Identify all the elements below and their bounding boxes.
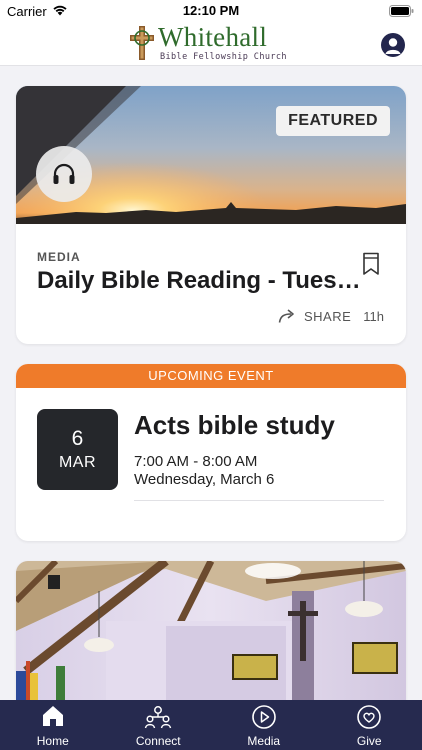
divider — [134, 500, 384, 501]
share-arrow-icon — [278, 309, 294, 323]
event-date-tile: 6 MAR — [37, 409, 118, 490]
home-icon — [42, 706, 63, 726]
heart-icon — [357, 705, 382, 729]
logo-subtitle: Bible Fellowship Church — [160, 52, 287, 62]
event-date: Wednesday, March 6 — [134, 471, 275, 488]
featured-badge: FEATURED — [276, 106, 390, 136]
sanctuary-photo-card[interactable] — [16, 561, 406, 711]
tab-give[interactable]: Give — [317, 700, 422, 750]
tab-home-label: Home — [36, 734, 69, 748]
tab-give-label: Give — [356, 734, 382, 748]
clock: 12:10 PM — [182, 3, 240, 18]
people-icon — [145, 706, 172, 729]
play-icon — [251, 705, 276, 729]
event-day: 6 — [71, 427, 84, 450]
tab-connect-label: Connect — [135, 734, 181, 748]
tab-connect[interactable]: Connect — [106, 700, 212, 750]
post-timestamp: 11h — [363, 309, 384, 324]
tab-media-label: Media — [247, 734, 281, 748]
tab-home[interactable]: Home — [0, 700, 106, 750]
cross-emblem-icon — [130, 26, 154, 60]
headphones-icon — [53, 163, 75, 184]
profile-button[interactable] — [381, 33, 405, 57]
event-month: MAR — [58, 454, 97, 471]
bookmark-icon[interactable] — [362, 252, 380, 276]
tab-bar: Home Connect Media Give — [0, 700, 422, 750]
event-time: 7:00 AM - 8:00 AM — [134, 453, 258, 470]
featured-media-card[interactable]: FEATURED MEDIA Daily Bible Reading - Tue… — [16, 86, 406, 344]
logo-title: Whitehall — [158, 22, 268, 52]
share-label: SHARE — [304, 308, 352, 324]
upcoming-event-card[interactable]: UPCOMING EVENT 6 MAR Acts bible study 7:… — [16, 364, 406, 541]
event-title[interactable]: Acts bible study — [134, 410, 335, 441]
sunset-photo: FEATURED — [16, 86, 406, 224]
person-icon — [385, 38, 401, 54]
status-bar: Carrier 12:10 PM — [0, 0, 422, 22]
tab-media[interactable]: Media — [211, 700, 317, 750]
app-header: Whitehall Bible Fellowship Church — [0, 22, 422, 66]
category-label: MEDIA — [37, 250, 81, 264]
play-audio-button[interactable] — [36, 146, 92, 202]
battery-icon — [389, 5, 414, 17]
post-title[interactable]: Daily Bible Reading - Tuesday — [37, 267, 367, 295]
event-banner: UPCOMING EVENT — [16, 364, 406, 388]
share-button[interactable]: SHARE — [278, 306, 351, 326]
sanctuary-photo — [16, 561, 406, 711]
church-logo[interactable]: Whitehall Bible Fellowship Church — [128, 22, 298, 64]
